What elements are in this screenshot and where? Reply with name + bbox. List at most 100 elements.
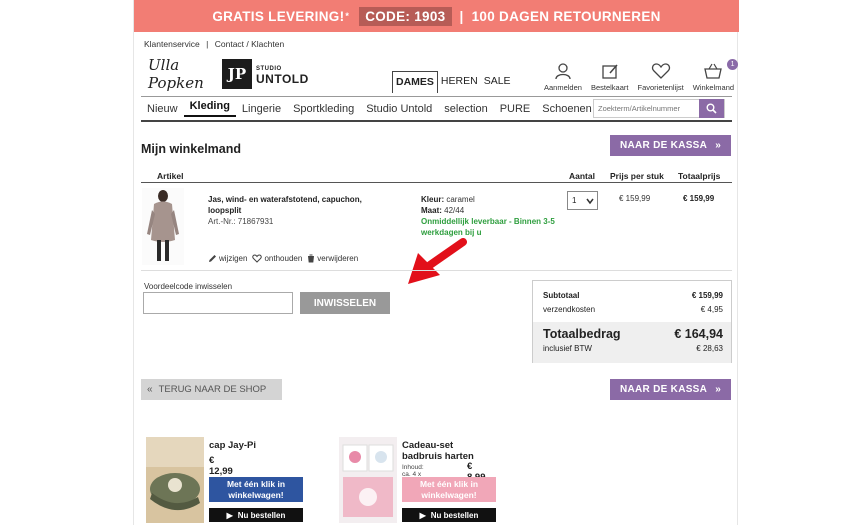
product-size: Maat: 42/44 (421, 205, 475, 216)
size-label: Maat: (421, 206, 442, 215)
product-color: Kleur: caramel (421, 194, 475, 205)
nav-pure[interactable]: PURE (494, 103, 537, 115)
logo-jp[interactable]: JP (222, 59, 252, 89)
cap-one-click-button[interactable]: Met één klik in winkelwagen! (209, 477, 303, 502)
header-artikel: Artikel (157, 171, 184, 181)
back-to-shop-button[interactable]: « TERUG NAAR DE SHOP (141, 379, 282, 400)
checkout-button-top[interactable]: NAAR DE KASSA » (610, 135, 731, 156)
unit-price: € 159,99 (619, 194, 651, 203)
user-icons: Aanmelden Bestelkaart Favorietenlijst 1 … (544, 59, 743, 92)
order-card-button[interactable]: Bestelkaart (590, 62, 629, 92)
nav-sportkleding[interactable]: Sportkleding (287, 103, 360, 115)
shipping-label: verzendkosten (543, 305, 596, 314)
nav-kleding[interactable]: Kleding (183, 100, 236, 117)
logo-ulla-popken[interactable]: Ulla Popken (148, 56, 222, 92)
basket-button[interactable]: 1 Winkelmand (693, 59, 739, 92)
tab-dames[interactable]: DAMES (392, 71, 438, 93)
search-box (593, 99, 725, 118)
product-article-number: Art.-Nr.: 71867931 (208, 217, 274, 226)
subtotal-label: Subtotaal (543, 291, 580, 300)
nav-studio-untold[interactable]: Studio Untold (360, 103, 438, 115)
subtotal-value: € 159,99 (691, 291, 723, 300)
voucher-label: Voordeelcode inwisselen (144, 282, 233, 291)
grand-total-label: Totaalbedrag (543, 327, 621, 341)
top-links-separator: | (206, 39, 209, 49)
promo-text-returns: 100 DAGEN RETOURNEREN (471, 8, 661, 24)
nav-lingerie[interactable]: Lingerie (236, 103, 287, 115)
link-contact[interactable]: Contact / Klachten (215, 39, 284, 49)
chevron-down-icon (586, 198, 594, 205)
trash-icon (308, 254, 315, 263)
heart-icon (651, 63, 670, 79)
vat-value: € 28,63 (696, 344, 723, 353)
promo-separator: | (459, 8, 464, 24)
red-arrow-annotation (408, 238, 467, 284)
pencil-icon (209, 255, 216, 262)
link-customer-service[interactable]: Klantenservice (144, 39, 200, 49)
checkout-button-bottom[interactable]: NAAR DE KASSA » (610, 379, 731, 400)
account-button[interactable]: Aanmelden (544, 62, 582, 92)
tab-heren[interactable]: HEREN (438, 71, 481, 93)
row-divider (141, 270, 732, 271)
search-icon (706, 103, 717, 114)
edit-label: wijzigen (219, 254, 248, 263)
play-icon: ▶ (226, 510, 233, 520)
size-value: 42/44 (444, 206, 465, 215)
vat-row: inclusief BTW € 28,63 (543, 344, 723, 353)
logo-untold-text: UNTOLD (256, 72, 309, 86)
checkout-label-bottom: NAAR DE KASSA (619, 384, 708, 395)
brand-logos: Ulla Popken JP STUDIO UNTOLD (148, 56, 309, 92)
subtotal-row: Subtotaal € 159,99 (543, 291, 723, 300)
product-attributes: Kleur: caramel Maat: 42/44 (421, 194, 475, 216)
cap-product-image[interactable] (146, 437, 204, 523)
favorites-button[interactable]: Favorietenlijst (637, 62, 684, 92)
redeem-voucher-button[interactable]: INWISSELEN (300, 292, 390, 314)
nav-nieuw[interactable]: Nieuw (141, 103, 184, 115)
bath-set-order-now-button[interactable]: ▶ Nu bestellen (402, 508, 496, 522)
bath-set-product-image[interactable] (339, 437, 397, 523)
order-card-label: Bestelkaart (590, 83, 629, 92)
bath-set-one-click-button[interactable]: Met één klik in winkelwagen! (402, 477, 496, 502)
remember-link[interactable]: onthouden (252, 254, 302, 263)
checkout-label: NAAR DE KASSA (619, 140, 708, 151)
header-prijs: Prijs per stuk (610, 171, 664, 181)
favorites-label: Favorietenlijst (637, 83, 684, 92)
nav-selection[interactable]: selection (438, 103, 493, 115)
product-name[interactable]: Jas, wind- en waterafstotend, capuchon, … (208, 194, 388, 216)
item-actions: wijzigen onthouden verwijderen (208, 254, 363, 263)
availability-status: Onmiddellijk leverbaar - Binnen 3-5 werk… (421, 217, 555, 237)
search-input[interactable] (594, 100, 700, 117)
gender-tabs: DAMES HEREN SALE (392, 71, 514, 93)
product-image[interactable] (142, 188, 184, 265)
quantity-value: 1 (572, 196, 577, 205)
promo-code: CODE: 1903 (359, 6, 452, 26)
bath-set-title[interactable]: Cadeau-set badbruis harten (402, 440, 494, 462)
search-button[interactable] (699, 99, 724, 118)
delete-link[interactable]: verwijderen (307, 254, 358, 263)
remember-label: onthouden (264, 254, 303, 263)
delete-label: verwijderen (317, 254, 359, 263)
nav-schoenen[interactable]: Schoenen (536, 103, 598, 115)
voucher-code-input[interactable] (143, 292, 293, 314)
color-label: Kleur: (421, 195, 445, 204)
cap-price: € 12,99 (209, 455, 233, 477)
header-aantal: Aantal (569, 171, 595, 181)
edit-link[interactable]: wijzigen (208, 254, 247, 263)
chevron-right-icon: » (715, 140, 722, 151)
logo-studio-untold[interactable]: STUDIO UNTOLD (256, 64, 309, 86)
cap-order-now-button[interactable]: ▶ Nu bestellen (209, 508, 303, 522)
order-summary: Subtotaal € 159,99 verzendkosten € 4,95 … (532, 280, 732, 363)
cap-title[interactable]: cap Jay-Pi (209, 440, 301, 451)
tab-sale[interactable]: SALE (481, 71, 514, 93)
promo-banner[interactable]: GRATIS LEVERING! * CODE: 1903 | 100 DAGE… (134, 0, 739, 32)
top-links: Klantenservice | Contact / Klachten (144, 39, 288, 49)
play-icon: ▶ (419, 510, 426, 520)
back-to-shop-label: TERUG NAAR DE SHOP (158, 384, 267, 395)
cap-order-now-label: Nu bestellen (237, 510, 286, 520)
quantity-select[interactable]: 1 (567, 191, 598, 210)
total-price: € 159,99 (683, 194, 715, 203)
chevron-left-icon: « (147, 384, 153, 395)
promo-asterisk: * (345, 11, 350, 21)
page-title: Mijn winkelmand (141, 142, 242, 156)
order-card-icon (602, 64, 618, 79)
